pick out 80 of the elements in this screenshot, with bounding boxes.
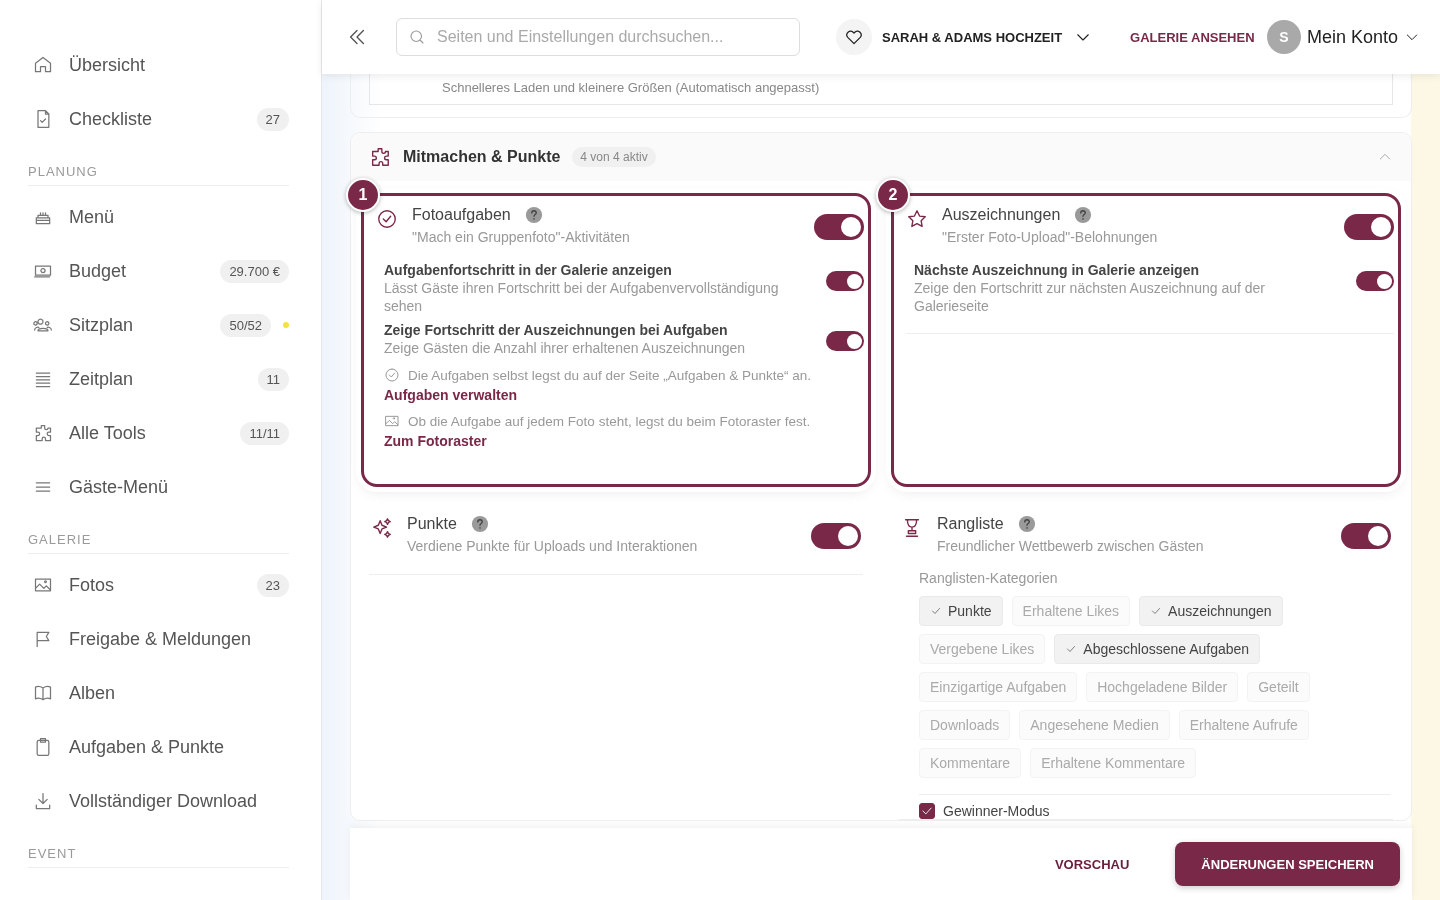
categories-label: Ranglisten-Kategorien	[919, 570, 1059, 586]
feature-description: "Erster Foto-Upload"-Belohnungen	[942, 229, 1159, 245]
count-badge: 27	[256, 107, 289, 131]
sidebar-item[interactable]: Freigabe & Meldungen	[28, 612, 289, 666]
step-badge: 1	[346, 178, 380, 212]
sparkles-icon	[371, 517, 393, 539]
preview-button[interactable]: VORSCHAU	[1048, 855, 1136, 873]
image-icon	[384, 413, 400, 429]
section-heading: EVENT	[28, 838, 289, 868]
hint-text: Die Aufgaben selbst legst du auf der Seite „Aufgaben & Punkte“ an.	[408, 367, 812, 383]
help-icon[interactable]	[470, 515, 489, 533]
help-icon[interactable]	[1017, 515, 1036, 533]
sidebar-item[interactable]: Alben	[28, 666, 289, 720]
step-badge: 2	[876, 178, 910, 212]
star-icon	[906, 208, 928, 230]
check-icon	[930, 605, 942, 617]
hint-link[interactable]: Zum Fotoraster	[384, 433, 487, 449]
option-description: Schnelleres Laden und kleinere Größen (Automatisch angepasst)	[442, 80, 820, 95]
section-title: Mitmachen & Punkte	[403, 148, 561, 166]
book-icon	[33, 683, 53, 703]
sidebar-item[interactable]: Übersicht	[28, 38, 289, 92]
sidebar-item[interactable]: Checkliste 27	[28, 92, 289, 146]
category-chip[interactable]: Abgeschlossene Aufgaben	[1054, 634, 1261, 664]
section-heading: GALERIE	[28, 524, 289, 554]
section-heading: PLANUNG	[28, 156, 289, 186]
check-icon	[1065, 643, 1078, 655]
toggle-switch[interactable]	[811, 523, 861, 549]
count-badge: 23	[256, 573, 289, 597]
count-badge: 11	[257, 367, 289, 391]
puzzle-icon	[33, 423, 53, 443]
category-chip[interactable]: Punkte	[919, 596, 1003, 626]
help-icon[interactable]	[1074, 206, 1093, 224]
sidebar-item[interactable]: Zeitplan 11	[28, 352, 289, 406]
toggle-switch[interactable]	[814, 214, 864, 240]
sidebar-item[interactable]: Menü	[28, 190, 289, 244]
feature-description: Verdiene Punkte für Uploads und Interaktionen	[407, 538, 699, 554]
download-icon	[33, 791, 53, 811]
sidebar-item[interactable]: Vollständiger Download	[28, 774, 289, 828]
toggle-switch[interactable]	[1344, 214, 1394, 240]
option-title: Zeige Fortschritt der Auszeichnungen bei Aufgaben	[384, 321, 729, 339]
check-icon	[1150, 605, 1163, 617]
option-description: Zeige Gästen die Anzahl ihrer erhaltenen Auszeichnungen	[384, 339, 747, 357]
option-description: Zeige den Fortschritt zur nächsten Auszeichnung auf der Galerieseite	[914, 279, 1266, 315]
checkbox-label: Gewinner-Modus	[943, 803, 1050, 819]
toggle-switch[interactable]	[1356, 271, 1394, 291]
toggle-switch[interactable]	[1341, 523, 1391, 549]
count-badge: 29.700 €	[220, 259, 289, 283]
feature-description: "Mach ein Gruppenfoto"-Aktivitäten	[412, 229, 631, 245]
puzzle-icon	[369, 146, 391, 168]
event-selector[interactable]: SARAH & ADAMS HOCHZEIT	[882, 29, 1063, 45]
toggle-switch[interactable]	[826, 271, 864, 291]
feature-title: Auszeichnungen	[942, 206, 1061, 224]
save-button[interactable]: ÄNDERUNGEN SPEICHERN	[1175, 842, 1400, 886]
sidebar-item[interactable]: Aufgaben & Punkte	[28, 720, 289, 774]
account-menu[interactable]: Mein Konto	[1306, 26, 1398, 48]
feature-title: Punkte	[407, 515, 457, 533]
count-badge: 50/52	[220, 313, 271, 337]
toggle-switch[interactable]	[826, 331, 864, 351]
count-badge: 11/11	[240, 421, 289, 445]
hint-text: Ob die Aufgabe auf jedem Foto steht, legst du beim Fotoraster fest.	[408, 413, 811, 429]
sidebar-item[interactable]: Budget 29.700 €	[28, 244, 289, 298]
category-chip[interactable]: Auszeichnungen	[1139, 596, 1283, 626]
option-description: Lässt Gäste ihren Fortschritt bei der Aufgabenvervollständigung sehen	[384, 279, 780, 315]
feature-description: Freundlicher Wettbewerb zwischen Gästen	[937, 538, 1205, 554]
option-title: Aufgabenfortschritt in der Galerie anzeigen	[384, 261, 673, 279]
sidebar-item[interactable]: Alle Tools 11/11	[28, 406, 289, 460]
sidebar-item[interactable]: Gäste-Menü	[28, 460, 289, 514]
section-header[interactable]: Mitmachen & Punkte 4 von 4 aktiv	[351, 133, 1411, 181]
feature-title: Rangliste	[937, 515, 1004, 533]
home-icon	[33, 55, 53, 75]
status-badge: 4 von 4 aktiv	[572, 147, 656, 167]
hint-link[interactable]: Aufgaben verwalten	[384, 387, 518, 403]
checkbox[interactable]	[919, 803, 935, 819]
search-field[interactable]: Seiten und Einstellungen durchsuchen...	[396, 18, 800, 56]
help-icon[interactable]	[524, 206, 543, 224]
sidebar-item[interactable]: Sitzplan 50/52	[28, 298, 289, 352]
feature-title: Fotoaufgaben	[412, 206, 511, 224]
sidebar-item[interactable]: Fotos 23	[28, 558, 289, 612]
view-gallery-link[interactable]: GALERIE ANSEHEN	[1130, 29, 1255, 45]
option-title: Nächste Auszeichnung in Galerie anzeigen	[914, 261, 1200, 279]
